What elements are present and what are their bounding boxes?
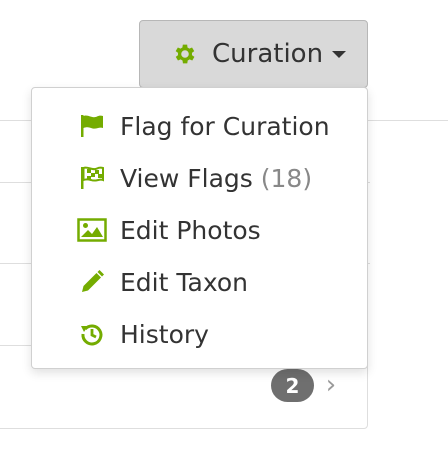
chevron-right-icon[interactable]: › bbox=[322, 368, 340, 402]
menu-item-label: Flag for Curation bbox=[120, 111, 330, 141]
caret-down-icon bbox=[331, 49, 347, 59]
menu-item-edit-photos[interactable]: Edit Photos bbox=[32, 205, 367, 255]
gear-icon bbox=[172, 41, 198, 67]
menu-item-edit-taxon[interactable]: Edit Taxon bbox=[32, 257, 367, 307]
history-icon bbox=[77, 319, 107, 349]
menu-item-flag-for-curation[interactable]: Flag for Curation bbox=[32, 101, 367, 151]
flag-icon bbox=[77, 111, 107, 141]
flag-count: (18) bbox=[260, 163, 313, 193]
curation-dropdown-menu: Flag for Curation View Flags (18) Edit P… bbox=[31, 87, 368, 369]
curation-button[interactable]: Curation bbox=[139, 20, 368, 88]
menu-item-history[interactable]: History bbox=[32, 309, 367, 359]
pencil-icon bbox=[77, 267, 107, 297]
menu-item-label: Edit Taxon bbox=[120, 267, 248, 297]
view-flags-label: View Flags bbox=[120, 163, 253, 193]
checkered-flag-icon bbox=[77, 163, 107, 193]
image-icon bbox=[77, 215, 107, 245]
count-badge: 2 bbox=[271, 369, 314, 402]
curation-button-label: Curation bbox=[212, 39, 324, 69]
menu-item-label: History bbox=[120, 319, 209, 349]
menu-item-label: View Flags (18) bbox=[120, 164, 312, 193]
menu-item-view-flags[interactable]: View Flags (18) bbox=[32, 153, 367, 203]
menu-item-label: Edit Photos bbox=[120, 215, 261, 245]
